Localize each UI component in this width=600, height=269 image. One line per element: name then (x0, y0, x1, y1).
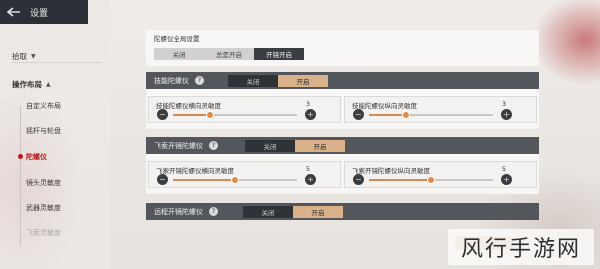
slider-knob[interactable] (402, 111, 411, 119)
slider-label: 飞索开镜陀螺仪纵向灵敏度 (352, 167, 430, 175)
slider-value: 5 (305, 165, 310, 173)
sidebar-item-label: 拾取 (12, 51, 27, 61)
option-off[interactable]: 关闭 (245, 140, 295, 152)
back-icon[interactable] (6, 4, 22, 20)
option-off[interactable]: 关闭 (228, 75, 278, 87)
slider-label: 技能陀螺仪纵向灵敏度 (352, 102, 417, 110)
sidebar-subitem-gyroscope[interactable]: 陀螺仪 (26, 150, 47, 164)
fly-gyro-title: 飞索开镜陀螺仪 (154, 141, 203, 150)
plus-button[interactable]: + (302, 106, 319, 123)
help-icon[interactable]: ? (209, 207, 218, 216)
global-gyro-panel: 陀螺仪全局设置 关闭 总是开启 开镜开启 (146, 30, 539, 66)
option-on[interactable]: 开启 (278, 75, 328, 87)
option-always-on[interactable]: 总是开启 (204, 48, 254, 60)
fly-gyro-toggle: 关闭 开启 (245, 140, 345, 152)
plus-button[interactable]: + (302, 171, 319, 188)
skill-gyro-toggle: 关闭 开启 (228, 75, 328, 87)
skill-gyro-title: 技能陀螺仪 (154, 76, 189, 85)
sidebar-subitem-weapon-sensitivity[interactable]: 武器灵敏度 (26, 201, 61, 215)
slider-fill (369, 179, 431, 181)
sidebar-subitem-camera-sensitivity[interactable]: 镜头灵敏度 (26, 176, 61, 190)
plus-button[interactable]: + (498, 106, 515, 123)
option-on[interactable]: 开启 (295, 140, 345, 152)
sidebar-item-label: 操作布局 (12, 79, 42, 89)
skill-gyro-header: 技能陀螺仪 ? (146, 72, 539, 89)
page-title: 设置 (30, 8, 49, 19)
watermark: 风行手游网 (448, 229, 594, 265)
slider-fill (369, 114, 407, 116)
slider-value: 3 (501, 100, 506, 108)
skill-horizontal-card: 技能陀螺仪横向灵敏度 3 − + (148, 96, 341, 123)
slider-value: 5 (501, 165, 506, 173)
slider-track[interactable] (369, 111, 493, 119)
tree-line (20, 106, 21, 246)
skill-vertical-card: 技能陀螺仪纵向灵敏度 3 − + (344, 96, 537, 123)
plus-button[interactable]: + (498, 171, 515, 188)
option-scope-on[interactable]: 开镜开启 (254, 48, 304, 60)
help-icon[interactable]: ? (195, 76, 204, 85)
help-icon[interactable]: ? (209, 141, 218, 150)
sidebar-subitem-grapple-sensitivity[interactable]: 飞索灵敏度 (26, 226, 61, 240)
chevron-up-icon: ▲ (46, 80, 51, 88)
option-off[interactable]: 关闭 (243, 206, 293, 218)
fly-horizontal-card: 飞索开镜陀螺仪横向灵敏度 5 − + (148, 161, 341, 188)
slider-value: 3 (305, 100, 310, 108)
global-gyro-title: 陀螺仪全局设置 (154, 35, 200, 43)
sidebar-subitem-joystick[interactable]: 摇杆与轮盘 (26, 124, 61, 138)
sidebar: 设置 拾取 ▼ 操作布局 ▲ 自定义布局 摇杆与轮盘 陀螺仪 镜头灵敏度 武器灵… (0, 0, 110, 269)
slider-track[interactable] (173, 111, 297, 119)
divider (12, 62, 102, 63)
slider-label: 技能陀螺仪横向灵敏度 (156, 102, 221, 110)
chevron-down-icon: ▼ (31, 52, 36, 60)
slider-knob[interactable] (427, 176, 435, 184)
fly-vertical-card: 飞索开镜陀螺仪纵向灵敏度 5 − + (344, 161, 537, 188)
slider-label: 飞索开镜陀螺仪横向灵敏度 (156, 167, 234, 175)
top-bar: 设置 (0, 0, 88, 24)
slider-fill (173, 179, 235, 181)
slider-knob[interactable] (206, 111, 215, 119)
slider-track[interactable] (369, 176, 493, 184)
sidebar-item-layout[interactable]: 操作布局 ▲ (12, 76, 51, 92)
slider-knob[interactable] (231, 176, 239, 184)
active-marker (18, 154, 23, 159)
slider-track[interactable] (173, 176, 297, 184)
sidebar-subitem-custom-layout[interactable]: 自定义布局 (26, 99, 61, 113)
slider-fill (173, 114, 211, 116)
option-on[interactable]: 开启 (293, 206, 343, 218)
global-gyro-toggle: 关闭 总是开启 开镜开启 (154, 48, 304, 60)
ranged-gyro-title: 远程开镜陀螺仪 (154, 207, 203, 216)
option-off[interactable]: 关闭 (154, 48, 204, 60)
ranged-gyro-toggle: 关闭 开启 (243, 206, 343, 218)
